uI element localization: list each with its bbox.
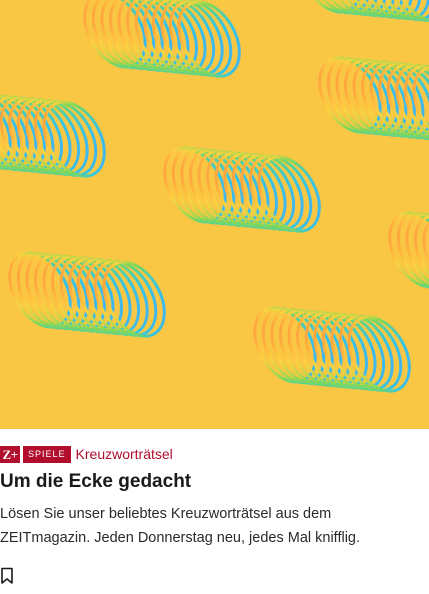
teaser-text: Lösen Sie unser beliebtes Kreuzworträtse… <box>0 506 361 546</box>
bookmark-button[interactable] <box>0 565 22 587</box>
teaser-card: Z+ Spiele Kreuzworträtsel Um die Ecke ge… <box>0 0 429 594</box>
bookmark-icon <box>1 567 13 584</box>
section-badge: Spiele <box>23 445 71 463</box>
kicker-text[interactable]: Kreuzworträtsel <box>76 445 173 463</box>
zplus-badge: Z+ <box>0 445 20 463</box>
teaser-headline[interactable]: Um die Ecke gedacht <box>0 469 191 495</box>
kicker-row: Z+ Spiele Kreuzworträtsel <box>0 445 173 463</box>
teaser-image[interactable] <box>0 0 429 429</box>
slinky-pattern-image <box>0 0 429 429</box>
